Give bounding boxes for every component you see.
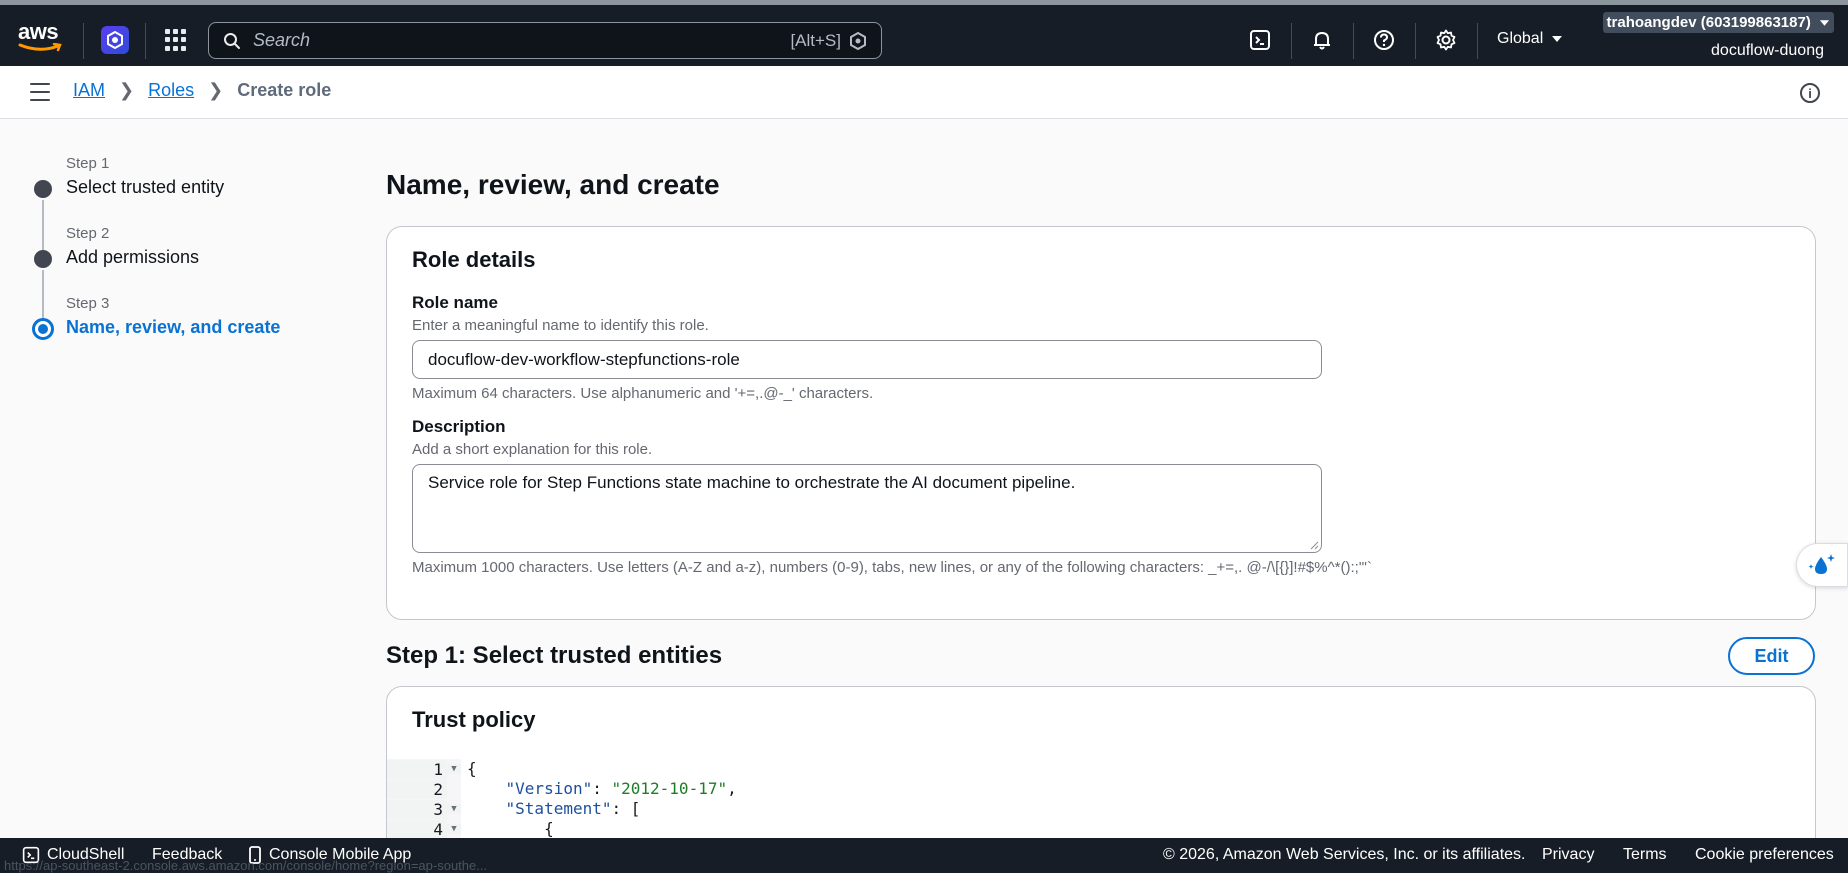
description-field: Description Add a short explanation for … — [412, 417, 1790, 576]
nav-divider — [1353, 23, 1354, 59]
account-menu[interactable]: trahoangdev (603199863187) — [1602, 12, 1834, 33]
main-content: Step 1 Select trusted entity Step 2 Add … — [0, 119, 1848, 838]
chevron-right-icon: ❯ — [119, 80, 135, 100]
search-placeholder: Search — [253, 30, 311, 50]
line-number: 2 — [387, 779, 447, 799]
code-line: 2 "Version": "2012-10-17", — [387, 779, 1815, 799]
nav-divider — [83, 23, 84, 59]
line-number: 1 — [387, 759, 447, 779]
fold-arrow-icon[interactable]: ▼ — [447, 804, 461, 814]
search-icon — [224, 32, 240, 49]
gear-icon[interactable] — [1433, 27, 1459, 53]
code-line: 4 ▼ { — [387, 819, 1815, 838]
role-details-panel: Role details Role name Enter a meaningfu… — [386, 226, 1816, 620]
code-line: 3 ▼ "Statement": [ — [387, 799, 1815, 819]
search-input[interactable]: Search [Alt+S] — [208, 22, 882, 59]
account-name: trahoangdev (603199863187) — [1606, 14, 1811, 31]
app-logo-icon[interactable] — [101, 26, 129, 54]
cookie-preferences-link[interactable]: Cookie preferences — [1695, 846, 1834, 864]
info-icon[interactable]: i — [1800, 83, 1820, 103]
trust-policy-editor[interactable]: 1 ▼ { 2 "Version": "2012-10-17", 3 ▼ "St… — [387, 759, 1815, 838]
step-complete-indicator — [34, 250, 52, 268]
role-name-input[interactable]: docuflow-dev-workflow-stepfunctions-role — [412, 340, 1322, 379]
resize-handle-icon[interactable] — [1309, 540, 1319, 550]
hex-icon — [850, 31, 866, 50]
step-title: Select trusted entity — [66, 177, 225, 197]
step-label: Step 2 — [66, 225, 110, 242]
role-details-heading: Role details — [412, 247, 536, 272]
region-selector[interactable]: Global — [1497, 30, 1563, 48]
region-label: Global — [1497, 30, 1544, 47]
breadcrumb: IAM ❯ Roles ❯ Create role — [73, 80, 331, 101]
step-2[interactable]: Step 2 Add permissions — [30, 225, 330, 320]
nav-divider — [1477, 23, 1478, 59]
console-footer: CloudShell Feedback Console Mobile App h… — [0, 838, 1848, 873]
status-bar-url: https://ap-southeast-2.console.aws.amazo… — [4, 858, 488, 873]
step-3: Step 3 Name, review, and create — [30, 295, 330, 365]
line-number: 3 — [387, 799, 447, 819]
aws-smile-icon — [18, 43, 62, 52]
terms-link[interactable]: Terms — [1623, 846, 1667, 864]
account-alias: docuflow-duong — [1711, 42, 1824, 59]
trust-policy-panel: Trust policy 1 ▼ { 2 "Version": "2012-10… — [386, 686, 1816, 838]
fold-arrow-icon[interactable]: ▼ — [447, 824, 461, 834]
role-name-constraint: Maximum 64 characters. Use alphanumeric … — [412, 385, 874, 402]
breadcrumb-current: Create role — [237, 80, 332, 100]
code-line: 1 ▼ { — [387, 759, 1815, 779]
role-name-field: Role name Enter a meaningful name to ide… — [412, 293, 1790, 402]
description-value: Service role for Step Functions state ma… — [428, 473, 1076, 492]
description-label: Description — [412, 417, 506, 436]
menu-icon[interactable] — [30, 83, 50, 101]
step-active-indicator — [32, 318, 54, 340]
code-text: { — [461, 819, 1815, 838]
cloudshell-icon[interactable] — [1247, 27, 1273, 53]
chevron-right-icon: ❯ — [208, 80, 224, 100]
step-complete-indicator — [34, 180, 52, 198]
top-navigation: aws Search [Alt+S] Global trahoangdev (6… — [0, 0, 1848, 66]
caret-down-icon — [1552, 36, 1563, 42]
nav-divider — [145, 23, 146, 59]
step-label: Step 3 — [66, 295, 110, 312]
privacy-link[interactable]: Privacy — [1542, 846, 1594, 864]
breadcrumb-bar: IAM ❯ Roles ❯ Create role i — [0, 66, 1848, 119]
services-grid-icon[interactable] — [165, 29, 187, 51]
step-title: Name, review, and create — [66, 317, 281, 337]
bell-icon[interactable] — [1309, 27, 1335, 53]
description-textarea[interactable]: Service role for Step Functions state ma… — [412, 464, 1322, 553]
trust-policy-heading: Trust policy — [412, 707, 536, 732]
code-text: "Version": "2012-10-17", — [461, 779, 1815, 799]
edit-step1-button[interactable]: Edit — [1728, 637, 1815, 675]
nav-divider — [1291, 23, 1292, 59]
step1-section-title: Step 1: Select trusted entities — [386, 642, 723, 669]
sparkle-drop-icon — [1808, 554, 1835, 574]
caret-down-icon — [1819, 20, 1830, 26]
role-name-label: Role name — [412, 293, 498, 312]
breadcrumb-iam[interactable]: IAM — [73, 80, 105, 101]
wizard-steps: Step 1 Select trusted entity Step 2 Add … — [30, 155, 330, 365]
code-text: { — [461, 759, 1815, 779]
step-title: Add permissions — [66, 247, 200, 267]
description-constraint: Maximum 1000 characters. Use letters (A-… — [412, 559, 1372, 576]
line-number: 4 — [387, 819, 447, 838]
breadcrumb-roles[interactable]: Roles — [148, 80, 194, 101]
nav-divider — [1415, 23, 1416, 59]
copyright-text: © 2026, Amazon Web Services, Inc. or its… — [1163, 846, 1526, 863]
step-label: Step 1 — [66, 155, 110, 172]
fold-arrow-icon[interactable]: ▼ — [447, 764, 461, 774]
search-shortcut: [Alt+S] — [790, 30, 841, 50]
help-icon[interactable] — [1371, 27, 1397, 53]
aws-logo-text: aws — [18, 19, 59, 44]
code-text: "Statement": [ — [461, 799, 1815, 819]
step-1[interactable]: Step 1 Select trusted entity — [30, 155, 330, 250]
page-title: Name, review, and create — [386, 169, 720, 200]
assistant-button[interactable] — [1796, 543, 1848, 587]
description-hint: Add a short explanation for this role. — [412, 441, 653, 458]
aws-logo[interactable]: aws — [18, 21, 66, 53]
role-name-description: Enter a meaningful name to identify this… — [412, 317, 709, 334]
